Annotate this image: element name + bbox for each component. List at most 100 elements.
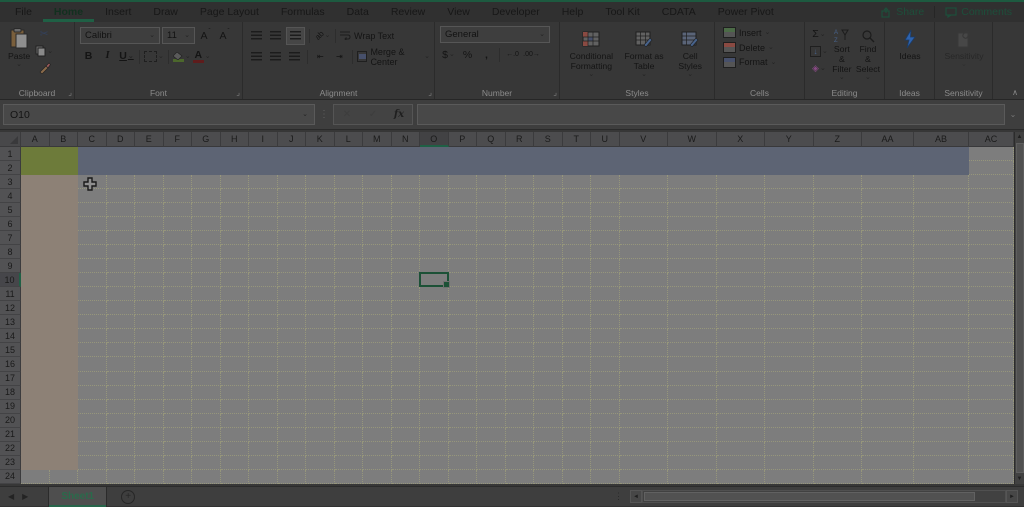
grid-cell-J1[interactable] [277,147,306,162]
grid-cell-L11[interactable] [334,287,363,302]
row-header-13[interactable]: 13 [0,315,21,330]
grid-cell-V16[interactable] [619,357,668,372]
grid-cell-O1[interactable] [420,147,449,162]
grid-cell-S6[interactable] [534,217,563,232]
grid-cell-C14[interactable] [78,329,107,344]
grid-cell-U3[interactable] [591,175,620,190]
grid-cell-H17[interactable] [220,371,249,386]
grid-cell-T5[interactable] [562,203,591,218]
grid-cell-F21[interactable] [163,427,192,442]
align-center-button[interactable] [267,49,284,65]
grid-cell-A14[interactable] [21,329,50,344]
grid-cell-K24[interactable] [306,469,335,484]
grid-cell-F15[interactable] [163,343,192,358]
grid-cell-R13[interactable] [505,315,534,330]
grid-cell-S21[interactable] [534,427,563,442]
paste-dropdown-icon[interactable]: ⌄ [16,61,22,68]
grid-cell-AA6[interactable] [862,217,914,232]
grid-cell-P21[interactable] [448,427,477,442]
grid-cell-M7[interactable] [363,231,392,246]
grid-cell-P18[interactable] [448,385,477,400]
grid-cell-H14[interactable] [220,329,249,344]
grid-cell-V11[interactable] [619,287,668,302]
grid-cell-Q6[interactable] [477,217,506,232]
grid-cell-S14[interactable] [534,329,563,344]
ribbon-tab-help[interactable]: Help [551,2,595,22]
grid-cell-AB2[interactable] [914,161,969,176]
shrink-font-button[interactable]: Aˇ [216,28,233,44]
grid-cell-Y14[interactable] [765,329,814,344]
row-header-17[interactable]: 17 [0,371,21,386]
grid-cell-U12[interactable] [591,301,620,316]
column-header-T[interactable]: T [562,132,591,147]
grid-cell-H19[interactable] [220,399,249,414]
grid-cell-G2[interactable] [192,161,221,176]
grid-cell-B14[interactable] [49,329,78,344]
grid-cell-H5[interactable] [220,203,249,218]
grid-cell-Q10[interactable] [477,273,506,288]
grid-cell-J17[interactable] [277,371,306,386]
grid-cell-U19[interactable] [591,399,620,414]
grid-cell-Q15[interactable] [477,343,506,358]
grid-cell-W14[interactable] [668,329,717,344]
column-header-K[interactable]: K [306,132,335,147]
grid-cell-AC6[interactable] [969,217,1014,232]
grid-cell-AA17[interactable] [862,371,914,386]
grid-cell-U24[interactable] [591,469,620,484]
grid-cell-B7[interactable] [49,231,78,246]
grid-cell-R18[interactable] [505,385,534,400]
grid-cell-I20[interactable] [249,413,278,428]
grid-cell-U6[interactable] [591,217,620,232]
row-header-10[interactable]: 10 [0,273,21,288]
grid-cell-J20[interactable] [277,413,306,428]
grid-cell-V3[interactable] [619,175,668,190]
grid-cell-K15[interactable] [306,343,335,358]
grid-cell-D14[interactable] [106,329,135,344]
grid-cell-S3[interactable] [534,175,563,190]
grid-cell-A17[interactable] [21,371,50,386]
grid-cell-AB20[interactable] [914,413,969,428]
grid-cell-F18[interactable] [163,385,192,400]
sensitivity-button[interactable]: Sensitivity ⌄ [941,26,986,82]
grid-cell-W3[interactable] [668,175,717,190]
grid-cell-AB6[interactable] [914,217,969,232]
ribbon-tab-home[interactable]: Home [43,2,94,22]
grid-cell-Y10[interactable] [765,273,814,288]
grid-cell-D8[interactable] [106,245,135,260]
column-header-O[interactable]: O [420,132,449,147]
grid-cell-V2[interactable] [619,161,668,176]
grid-cell-P19[interactable] [448,399,477,414]
grid-cell-S7[interactable] [534,231,563,246]
grid-cell-M13[interactable] [363,315,392,330]
row-header-8[interactable]: 8 [0,245,21,260]
grid-cell-H2[interactable] [220,161,249,176]
grid-cell-AC10[interactable] [969,273,1014,288]
grid-cell-AA13[interactable] [862,315,914,330]
grid-cell-G12[interactable] [192,301,221,316]
row-header-19[interactable]: 19 [0,399,21,414]
insert-function-button[interactable]: fx [386,109,412,120]
grid-cell-AB8[interactable] [914,245,969,260]
copy-button[interactable]: ⌄ [35,43,53,59]
grid-cell-Q18[interactable] [477,385,506,400]
grid-cell-N10[interactable] [391,273,420,288]
grid-cell-U15[interactable] [591,343,620,358]
grid-cell-U21[interactable] [591,427,620,442]
grid-cell-AB9[interactable] [914,259,969,274]
grid-cell-W11[interactable] [668,287,717,302]
grid-cell-P1[interactable] [448,147,477,162]
number-dialog-launcher[interactable]: ⌟ [553,89,557,97]
tab-scroll-splitter[interactable]: ⋮ [614,491,630,502]
sort-filter-button[interactable]: A Z Sort & Filter ⌄ [830,26,854,82]
grid-cell-V17[interactable] [619,371,668,386]
grid-cell-AB22[interactable] [914,441,969,456]
grid-cell-Q9[interactable] [477,259,506,274]
grid-cell-X24[interactable] [716,469,765,484]
grid-cell-E9[interactable] [135,259,164,274]
grid-cell-B8[interactable] [49,245,78,260]
grid-cell-E24[interactable] [135,469,164,484]
grid-cell-B6[interactable] [49,217,78,232]
grid-cell-H24[interactable] [220,469,249,484]
grid-cell-G7[interactable] [192,231,221,246]
grid-cell-Q19[interactable] [477,399,506,414]
